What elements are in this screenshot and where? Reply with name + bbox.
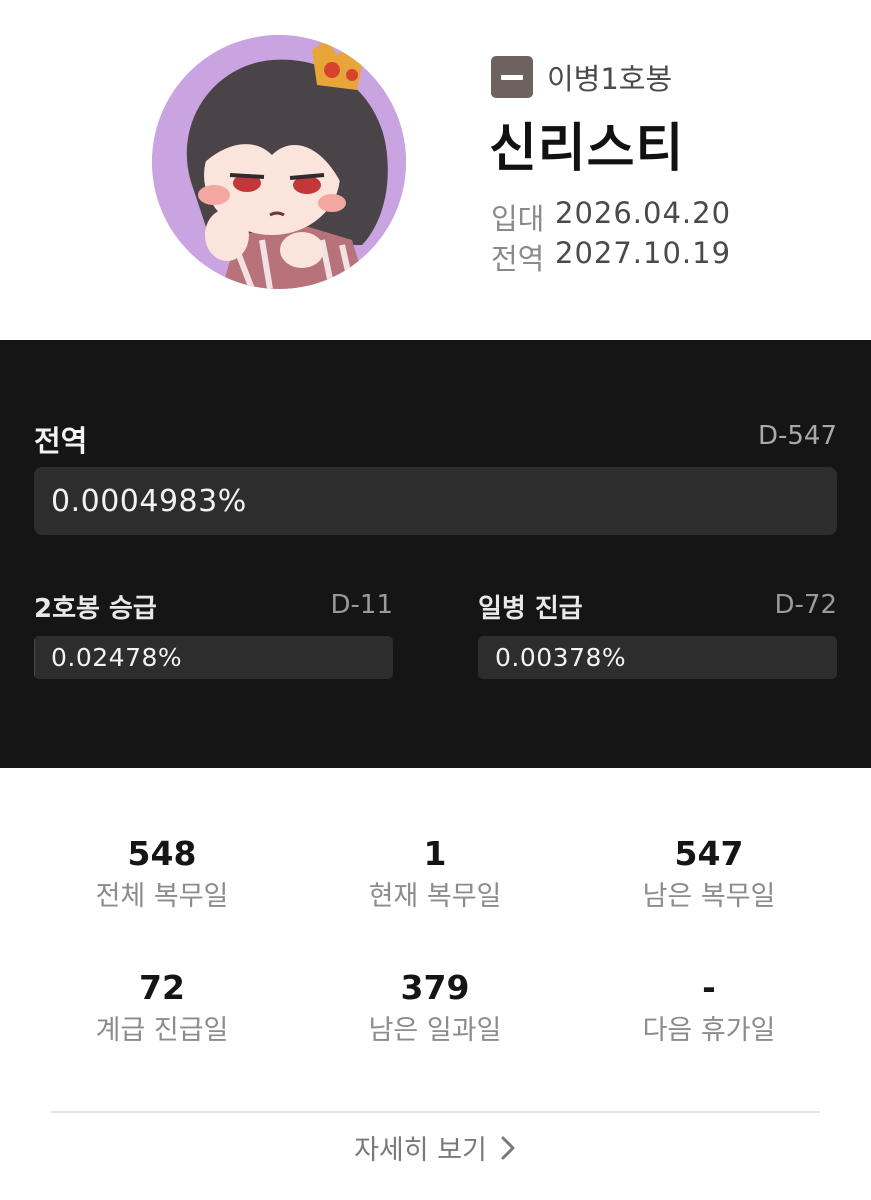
discharge-date-label: 전역 [491, 242, 545, 276]
discharge-date-value: 2027.10.19 [555, 236, 732, 270]
enlist-date-label: 입대 [491, 202, 545, 236]
stat-label: 전체 복무일 [95, 881, 229, 912]
stat-next-leave: - 다음 휴가일 [572, 968, 846, 1048]
stat-label: 다음 휴가일 [642, 1015, 776, 1046]
enlist-date-value: 2026.04.20 [555, 196, 732, 230]
stat-remaining-days: 547 남은 복무일 [572, 834, 846, 914]
discharge-progress-bar: 0.0004983% [34, 467, 837, 535]
stat-rank-promotion-days: 72 계급 진급일 [25, 968, 299, 1048]
stat-value: 72 [139, 968, 185, 1007]
stat-label: 남은 복무일 [642, 881, 776, 912]
progress-panel: 전역 D-547 0.0004983% 2호봉 승급 D-11 0.02478%… [0, 340, 871, 768]
user-name: 신리스티 [489, 119, 685, 179]
view-details-label: 자세히 보기 [354, 1135, 487, 1166]
promotion-rank-percent: 0.00378% [495, 643, 627, 672]
divider [51, 1111, 820, 1113]
discharge-progress-label: 전역 [34, 424, 88, 458]
stat-remaining-workdays: 379 남은 일과일 [298, 968, 572, 1048]
promotion-hobong-progress: 2호봉 승급 D-11 0.02478% [34, 588, 393, 680]
chevron-right-icon [501, 1136, 515, 1159]
stats-section: 548 전체 복무일 1 현재 복무일 547 남은 복무일 72 계급 진급일… [0, 768, 871, 1200]
promotion-hobong-percent: 0.02478% [51, 643, 183, 672]
stat-value: 547 [674, 834, 744, 873]
stat-value: 379 [400, 968, 470, 1007]
stat-label: 남은 일과일 [368, 1015, 502, 1046]
promotion-hobong-label: 2호봉 승급 [34, 594, 157, 624]
discharge-dday: D-547 [757, 421, 837, 451]
promotion-hobong-bar: 0.02478% [34, 636, 393, 679]
promotion-hobong-dday: D-11 [330, 590, 394, 620]
promotion-rank-label: 일병 진급 [478, 594, 583, 624]
stat-value: - [702, 968, 716, 1007]
promotion-rank-progress: 일병 진급 D-72 0.00378% [478, 588, 837, 680]
profile-header: 이병1호봉 신리스티 입대 2026.04.20 전역 2027.10.19 [0, 0, 871, 340]
stat-label: 계급 진급일 [95, 1015, 229, 1046]
stat-value: 1 [423, 834, 447, 873]
discharge-progress-percent: 0.0004983% [51, 484, 247, 519]
stat-current-days: 1 현재 복무일 [298, 834, 572, 914]
avatar-illustration [152, 35, 406, 289]
promotion-rank-bar: 0.00378% [478, 636, 837, 679]
discharge-date-row: 전역 2027.10.19 [491, 236, 731, 278]
stat-total-days: 548 전체 복무일 [25, 834, 299, 914]
enlist-date-row: 입대 2026.04.20 [491, 196, 731, 238]
promotion-rank-dday: D-72 [774, 590, 838, 620]
rank-row: 이병1호봉 [491, 56, 672, 98]
avatar[interactable] [152, 35, 406, 289]
view-details-link[interactable]: 자세히 보기 [0, 1128, 871, 1167]
rank-insignia-icon [491, 56, 533, 98]
stat-label: 현재 복무일 [368, 881, 502, 912]
stat-value: 548 [127, 834, 197, 873]
rank-label: 이병1호봉 [547, 62, 673, 96]
